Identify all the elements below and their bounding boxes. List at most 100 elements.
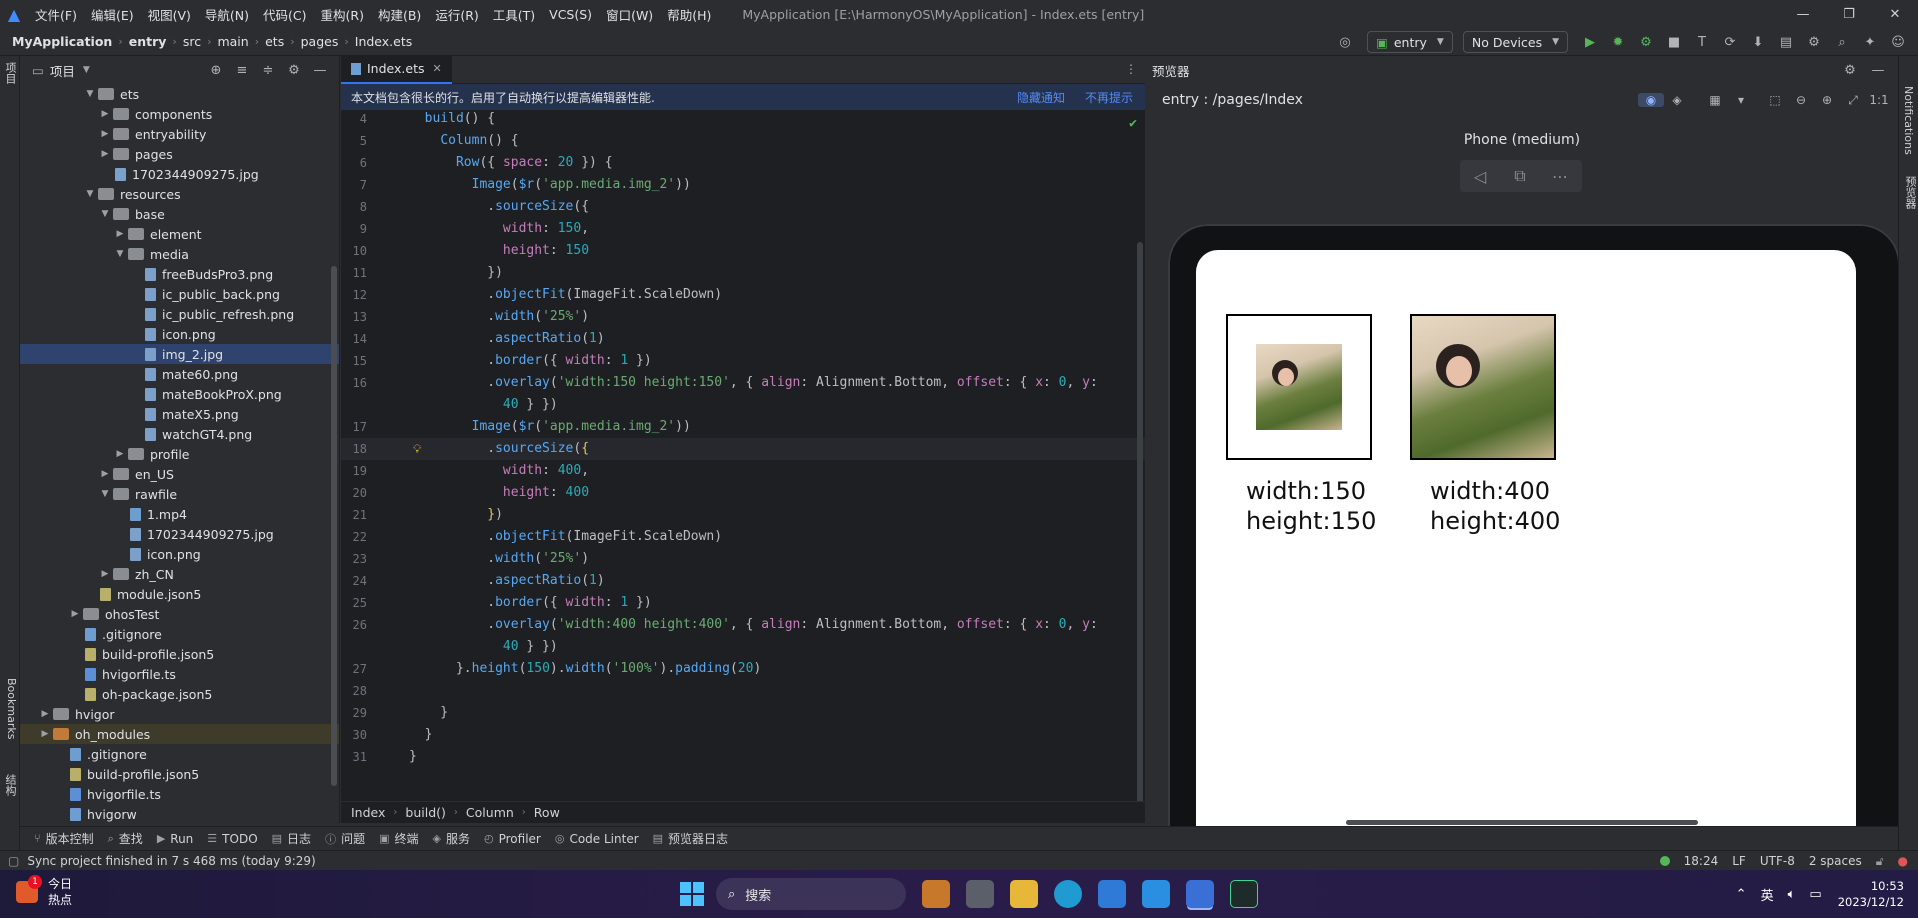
tree-item[interactable]: ▶ oh_modules [20,724,339,744]
tree-item[interactable]: ▼ resources [20,184,339,204]
tool-window-button[interactable]: ◎ Code Linter [555,832,639,846]
deveco-studio-icon[interactable] [1186,880,1214,908]
tool-window-button[interactable]: ▤ 预览器日志 [653,830,728,847]
chevron-right-icon[interactable]: ▶ [112,449,128,459]
code-line[interactable]: 25 .border({ width: 1 }) [341,592,1145,614]
menu-item[interactable]: 重构(R) [314,0,371,28]
breadcrumb-item[interactable]: src [181,34,203,49]
chevron-down-icon[interactable]: ▼ [97,489,113,499]
chevron-right-icon[interactable]: ▶ [97,149,113,159]
battery-icon[interactable]: ▭ [1809,887,1821,902]
code-line[interactable]: 21 }) [341,504,1145,526]
hide-icon[interactable]: — [1864,63,1892,78]
more-icon[interactable]: ⋯ [1540,167,1580,186]
line-separator[interactable]: LF [1732,854,1746,868]
code-line[interactable]: 24 .aspectRatio(1) [341,570,1145,592]
expand-all-icon[interactable]: ≡ [229,63,255,78]
code-line[interactable]: 6 Row({ space: 20 }) { [341,152,1145,174]
code-breadcrumb-item[interactable]: Row [534,805,560,820]
tool-window-button[interactable]: ⑂ 版本控制 [34,830,94,847]
code-line[interactable]: 31} [341,746,1145,768]
project-title[interactable]: 项目 [50,61,75,80]
code-line[interactable]: 16 .overlay('width:150 height:150', { al… [341,372,1145,394]
file-encoding[interactable]: UTF-8 [1760,854,1795,868]
tool-window-button[interactable]: ☰ TODO [207,832,257,846]
chevron-right-icon[interactable]: ▶ [97,129,113,139]
menu-item[interactable]: 帮助(H) [660,0,718,28]
project-tool-tab[interactable]: 项目 [2,62,18,84]
tree-item[interactable]: ▶ pages [20,144,339,164]
tree-item[interactable]: ▶ ohosTest [20,604,339,624]
tree-item[interactable]: build-profile.json5 [20,764,339,784]
tool-window-button[interactable]: ⓘ 问题 [325,830,365,847]
close-window-icon[interactable]: ✕ [1872,7,1918,22]
code-line[interactable]: 40 } }) [341,636,1145,658]
tree-item[interactable]: mateX5.png [20,404,339,424]
menu-item[interactable]: 窗口(W) [599,0,660,28]
code-area[interactable]: 4 build() {5 Column() {6 Row({ space: 20… [341,112,1145,801]
code-line[interactable]: 4 build() { [341,112,1145,130]
tool-window-button[interactable]: ▤ 日志 [272,830,311,847]
chevron-right-icon[interactable]: ▶ [97,469,113,479]
indent-setting[interactable]: 2 spaces [1809,854,1862,868]
previewer-scrollbar[interactable] [1346,820,1698,825]
tree-item[interactable]: ic_public_refresh.png [20,304,339,324]
cursor-position[interactable]: 18:24 [1684,854,1719,868]
code-line[interactable]: 11 }) [341,262,1145,284]
menu-item[interactable]: 代码(C) [256,0,313,28]
tree-item[interactable]: ▶ element [20,224,339,244]
profile-run-icon[interactable]: ⚙ [1634,35,1658,50]
options-icon[interactable]: ⚙ [1836,63,1864,78]
locate-icon[interactable]: ⊕ [203,63,229,78]
breadcrumb-item[interactable]: Index.ets [353,34,415,49]
zoom-out-icon[interactable]: ⊖ [1788,93,1814,107]
tree-item[interactable]: mate60.png [20,364,339,384]
taskbar-search[interactable]: ⌕ 搜索 [716,878,906,910]
chevron-down-icon[interactable]: ▼ [83,65,90,75]
back-icon[interactable]: ◁ [1460,167,1500,186]
code-line[interactable]: 18 💡︎ .sourceSize({ [341,438,1145,460]
zoom-in-icon[interactable]: ⊕ [1814,93,1840,107]
menu-item[interactable]: VCS(S) [542,0,599,28]
fullscreen-icon[interactable]: ⤢ [1840,93,1866,108]
restore-icon[interactable]: ❐ [1826,7,1872,22]
preview-mode-icon[interactable]: ◉ [1638,93,1664,107]
ide-settings-icon[interactable]: ✦ [1858,35,1882,50]
tree-item[interactable]: build-profile.json5 [20,644,339,664]
tree-item[interactable]: icon.png [20,324,339,344]
clock[interactable]: 10:53 2023/12/12 [1838,878,1904,910]
code-line[interactable]: 5 Column() { [341,130,1145,152]
code-line[interactable]: 28 [341,680,1145,702]
briefcase-app-icon[interactable] [922,880,950,908]
device-manager-icon[interactable]: ▤ [1774,35,1798,50]
store-icon[interactable] [1098,880,1126,908]
code-breadcrumb-item[interactable]: Column [466,805,514,820]
chevron-down-icon[interactable]: ▼ [82,89,98,99]
chevron-right-icon[interactable]: ▶ [97,109,113,119]
bookmarks-tool-tab[interactable]: Bookmarks [2,678,18,739]
code-line[interactable]: 14 .aspectRatio(1) [341,328,1145,350]
layers-icon[interactable]: ◈ [1664,93,1690,107]
debug-icon[interactable]: ✹ [1606,35,1630,50]
minimize-icon[interactable]: — [1780,7,1826,22]
breadcrumb-item[interactable]: pages [299,34,341,49]
tree-item[interactable]: hvigorfile.ts [20,784,339,804]
close-tab-icon[interactable]: ✕ [433,62,442,75]
chevron-right-icon[interactable]: ▶ [37,729,53,739]
tree-item[interactable]: ic_public_back.png [20,284,339,304]
tree-item[interactable]: img_2.jpg [20,344,339,364]
datagrip-icon[interactable] [1230,880,1258,908]
tree-item[interactable]: 1702344909275.jpg [20,524,339,544]
tree-item[interactable]: 1702344909275.jpg [20,164,339,184]
hide-icon[interactable]: — [307,63,333,78]
menu-item[interactable]: 构建(B) [371,0,428,28]
code-line[interactable]: 19 width: 400, [341,460,1145,482]
tree-item[interactable]: hvigorw [20,804,339,823]
tool-window-button[interactable]: ⌕ 查找 [108,830,143,847]
chevron-right-icon[interactable]: ▶ [37,709,53,719]
tree-item[interactable]: watchGT4.png [20,424,339,444]
notifications-tool-tab[interactable]: Notifications [1902,86,1915,155]
menu-item[interactable]: 文件(F) [28,0,84,28]
image-150[interactable] [1226,314,1372,460]
actual-size-icon[interactable]: 1:1 [1866,93,1892,107]
